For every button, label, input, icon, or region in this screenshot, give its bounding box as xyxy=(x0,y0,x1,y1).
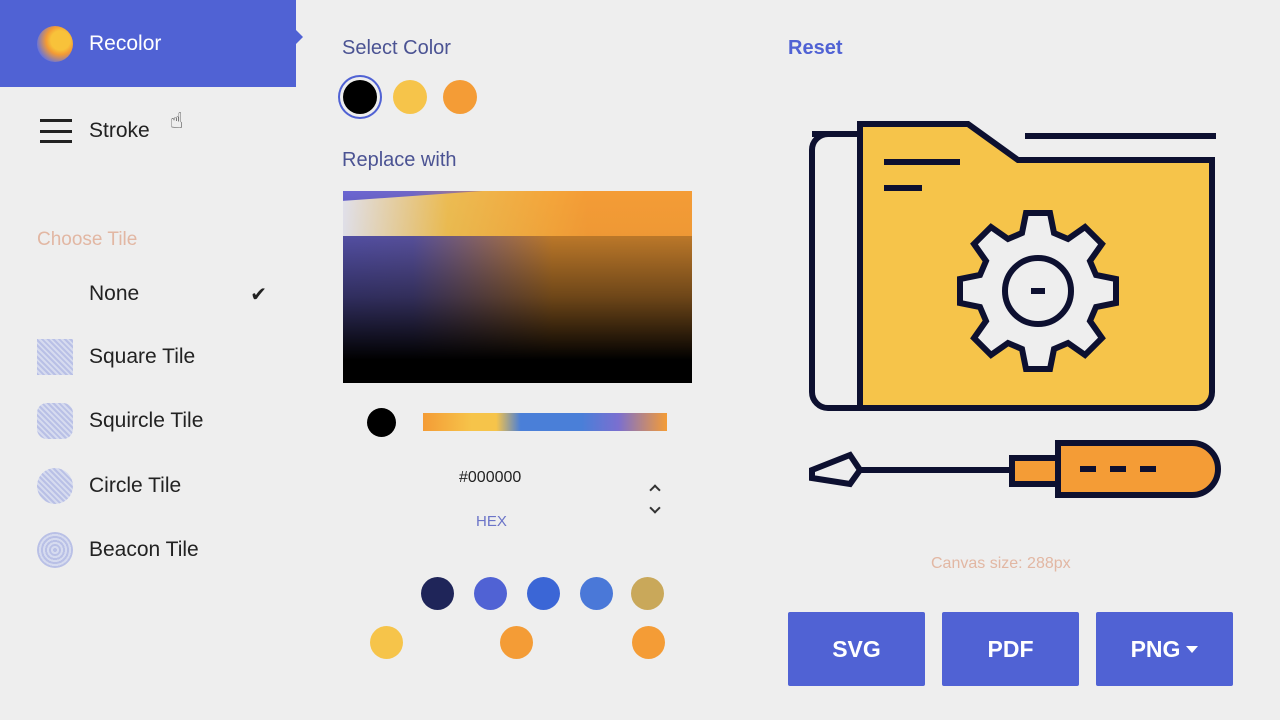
tile-option-circle[interactable]: Circle Tile xyxy=(37,468,267,504)
tile-label: Squircle Tile xyxy=(89,409,204,432)
tile-none-icon xyxy=(37,276,73,312)
color-picker-area[interactable] xyxy=(343,191,692,383)
export-png-label: PNG xyxy=(1130,635,1181,662)
export-pdf-button[interactable]: PDF xyxy=(942,612,1079,686)
chevron-down-icon xyxy=(649,502,661,514)
hex-label: HEX xyxy=(476,513,507,530)
tile-label: Beacon Tile xyxy=(89,538,199,561)
circle-tile-icon xyxy=(37,468,73,504)
beacon-tile-icon xyxy=(37,532,73,568)
palette-swatch[interactable] xyxy=(421,577,454,610)
choose-tile-heading: Choose Tile xyxy=(37,229,138,250)
reset-button[interactable]: Reset xyxy=(788,37,842,60)
selected-color-black[interactable] xyxy=(343,80,377,114)
export-png-button[interactable]: PNG xyxy=(1096,612,1233,686)
caret-down-icon xyxy=(1186,645,1199,653)
canvas-size-text: Canvas size: 288px xyxy=(931,555,1071,572)
checkmark-icon: ✔ xyxy=(250,283,267,306)
tile-option-square[interactable]: Square Tile xyxy=(37,339,267,375)
tile-option-none[interactable]: None ✔ xyxy=(37,276,267,312)
folder-gear-illustration xyxy=(809,121,1221,498)
export-svg-label: SVG xyxy=(832,635,881,662)
selected-color-orange[interactable] xyxy=(443,80,477,114)
tile-option-squircle[interactable]: Squircle Tile xyxy=(37,403,267,439)
square-tile-icon xyxy=(37,339,73,375)
recolor-logo-icon xyxy=(37,25,73,62)
hamburger-icon xyxy=(40,119,72,143)
palette-swatch[interactable] xyxy=(631,577,664,610)
tile-label: Circle Tile xyxy=(89,474,182,497)
hue-slider[interactable] xyxy=(423,413,667,431)
palette-swatch[interactable] xyxy=(580,577,613,610)
palette-swatch[interactable] xyxy=(527,577,560,610)
tile-label: Square Tile xyxy=(89,345,196,368)
hex-input[interactable]: #000000 xyxy=(459,469,521,487)
tile-label: None xyxy=(89,282,140,305)
recolor-tab[interactable]: Recolor xyxy=(0,0,303,87)
current-color-preview xyxy=(367,408,396,437)
recolor-label: Recolor xyxy=(89,31,162,55)
chevron-up-icon xyxy=(649,484,661,496)
palette-swatch[interactable] xyxy=(474,577,507,610)
tile-option-beacon[interactable]: Beacon Tile xyxy=(37,532,267,568)
hand-cursor-icon: ☝ xyxy=(170,108,184,133)
export-svg-button[interactable]: SVG xyxy=(788,612,925,686)
squircle-tile-icon xyxy=(37,403,73,439)
stroke-tab[interactable]: Stroke xyxy=(40,119,150,143)
selected-color-yellow[interactable] xyxy=(393,80,427,114)
export-pdf-label: PDF xyxy=(987,635,1034,662)
palette-swatch[interactable] xyxy=(500,626,533,659)
sidebar: Recolor Stroke ☝ Choose Tile None ✔ Squa… xyxy=(0,0,303,720)
palette-swatch[interactable] xyxy=(370,626,403,659)
format-toggle[interactable] xyxy=(646,482,664,516)
stroke-label: Stroke xyxy=(89,119,150,142)
select-color-heading: Select Color xyxy=(342,37,451,59)
replace-with-heading: Replace with xyxy=(342,149,457,171)
palette-swatch[interactable] xyxy=(632,626,665,659)
